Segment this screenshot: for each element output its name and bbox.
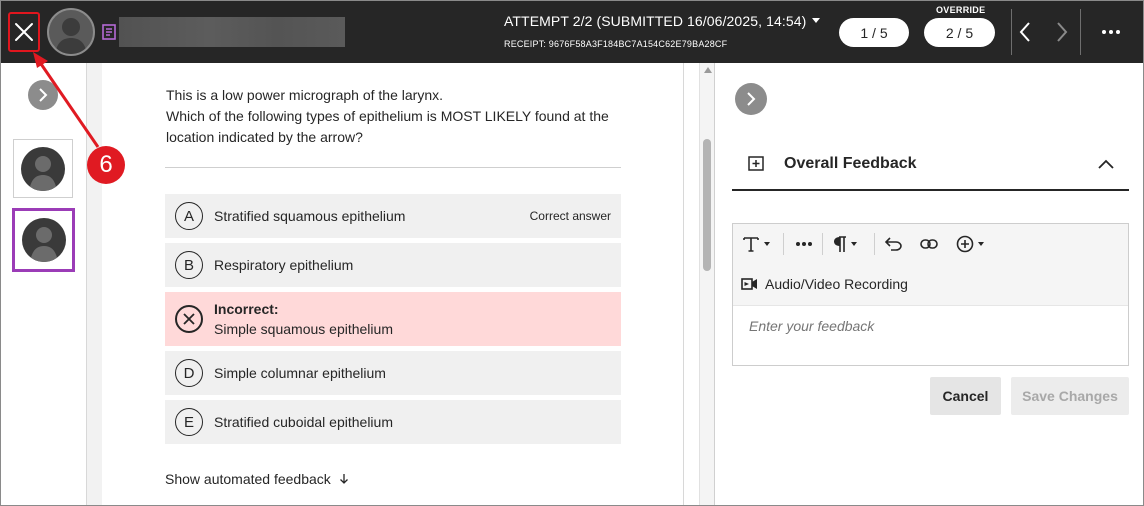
user-silhouette-icon: [29, 155, 57, 191]
caret-down-icon: [851, 242, 857, 246]
toolbar-divider: [874, 233, 875, 255]
rail-gutter: [86, 63, 102, 505]
panel-border: [683, 63, 684, 505]
answer-option-b[interactable]: B Respiratory epithelium: [165, 243, 621, 287]
chevron-up-icon[interactable]: [1097, 158, 1115, 170]
arrow-down-icon: [339, 474, 348, 484]
user-silhouette-icon: [55, 18, 87, 54]
chevron-right-icon[interactable]: [1055, 21, 1069, 43]
option-letter: E: [175, 408, 203, 436]
incorrect-icon: [175, 305, 203, 333]
audio-video-recording-button[interactable]: Audio/Video Recording: [741, 276, 908, 292]
overall-feedback-header[interactable]: Overall Feedback: [732, 139, 1129, 191]
option-text: Respiratory epithelium: [214, 257, 354, 273]
option-text: Stratified cuboidal epithelium: [214, 414, 393, 430]
more-options-button[interactable]: [795, 232, 813, 256]
divider: [1011, 9, 1012, 55]
caret-down-icon: [978, 242, 984, 246]
app-window: ATTEMPT 2/2 (SUBMITTED 16/06/2025, 14:54…: [0, 0, 1144, 506]
toolbar-divider: [822, 233, 823, 255]
annotation-step-number: 6: [87, 146, 125, 184]
expand-panel-button[interactable]: [735, 83, 767, 115]
option-text: Stratified squamous epithelium: [214, 208, 406, 224]
scrollbar-thumb[interactable]: [703, 139, 711, 271]
avatar: [21, 146, 65, 191]
option-letter: A: [175, 202, 203, 230]
paragraph-button[interactable]: [833, 232, 857, 256]
caret-down-icon: [764, 242, 770, 246]
option-letter: D: [175, 359, 203, 387]
question-line-1: This is a low power micrograph of the la…: [166, 87, 443, 103]
feedback-editor: Audio/Video Recording: [732, 223, 1129, 366]
cancel-button[interactable]: Cancel: [930, 377, 1001, 415]
close-icon: [15, 23, 33, 41]
editor-toolbar: Audio/Video Recording: [733, 224, 1128, 306]
document-icon[interactable]: [102, 24, 116, 40]
show-automated-feedback-link[interactable]: Show automated feedback: [165, 471, 349, 487]
question-text: This is a low power micrograph of the la…: [166, 85, 626, 148]
option-text: Incorrect: Simple squamous epithelium: [214, 299, 393, 339]
grade-pill-1[interactable]: 1 / 5: [839, 18, 909, 47]
answer-option-d[interactable]: D Simple columnar epithelium: [165, 351, 621, 395]
avatar: [21, 218, 66, 262]
user-silhouette-icon: [29, 227, 58, 262]
answer-option-c[interactable]: Incorrect: Simple squamous epithelium: [165, 292, 621, 346]
text-format-icon: [743, 237, 759, 252]
answer-option-e[interactable]: E Stratified cuboidal epithelium: [165, 400, 621, 444]
option-answer-text: Simple squamous epithelium: [214, 321, 393, 337]
undo-icon: [885, 237, 902, 251]
more-icon: [796, 242, 812, 246]
scroll-up-arrow[interactable]: [704, 67, 712, 73]
chevron-left-icon[interactable]: [1018, 21, 1032, 43]
student-rail: [1, 63, 86, 505]
attempt-label: ATTEMPT 2/2 (SUBMITTED 16/06/2025, 14:54…: [504, 13, 807, 29]
answer-option-a[interactable]: A Stratified squamous epithelium Correct…: [165, 194, 621, 238]
paragraph-icon: [834, 235, 846, 252]
link-button[interactable]: [920, 232, 938, 256]
student-thumbnail[interactable]: [13, 139, 73, 198]
option-letter: B: [175, 251, 203, 279]
video-camera-icon: [741, 278, 757, 290]
text-style-button[interactable]: [742, 232, 770, 256]
add-circle-icon: [956, 235, 974, 253]
link-icon: [920, 239, 938, 249]
scrollbar[interactable]: [699, 63, 715, 505]
expand-rail-button[interactable]: [28, 80, 58, 110]
chevron-down-icon: [812, 18, 821, 23]
chevron-right-icon: [747, 92, 756, 106]
add-feedback-icon: [748, 156, 764, 171]
avatar[interactable]: [47, 8, 95, 56]
feedback-input[interactable]: [734, 307, 1127, 364]
more-icon[interactable]: [1101, 23, 1121, 41]
receipt-label: RECEIPT: 9676F58A3F184BC7A154C62E79BA28C…: [504, 39, 728, 49]
toolbar-divider: [783, 233, 784, 255]
top-bar: ATTEMPT 2/2 (SUBMITTED 16/06/2025, 14:54…: [1, 1, 1143, 63]
correct-answer-tag: Correct answer: [529, 209, 611, 223]
incorrect-label: Incorrect:: [214, 301, 279, 317]
undo-button[interactable]: [885, 232, 903, 256]
override-label: OVERRIDE: [936, 5, 986, 15]
show-feedback-label: Show automated feedback: [165, 471, 331, 487]
option-text: Simple columnar epithelium: [214, 365, 386, 381]
student-thumbnail-selected[interactable]: [12, 208, 75, 272]
divider: [1080, 9, 1081, 55]
student-name-redacted: [119, 17, 345, 47]
chevron-right-icon: [39, 88, 48, 102]
audio-video-recording-label: Audio/Video Recording: [765, 276, 908, 292]
attempt-selector[interactable]: ATTEMPT 2/2 (SUBMITTED 16/06/2025, 14:54…: [504, 13, 821, 29]
insert-content-button[interactable]: [956, 232, 984, 256]
question-line-2: Which of the following types of epitheli…: [166, 108, 609, 145]
question-divider: [165, 167, 621, 168]
close-button[interactable]: [8, 12, 40, 52]
save-changes-button[interactable]: Save Changes: [1011, 377, 1129, 415]
overall-feedback-title: Overall Feedback: [784, 155, 917, 172]
grade-pill-override[interactable]: 2 / 5: [924, 18, 995, 47]
